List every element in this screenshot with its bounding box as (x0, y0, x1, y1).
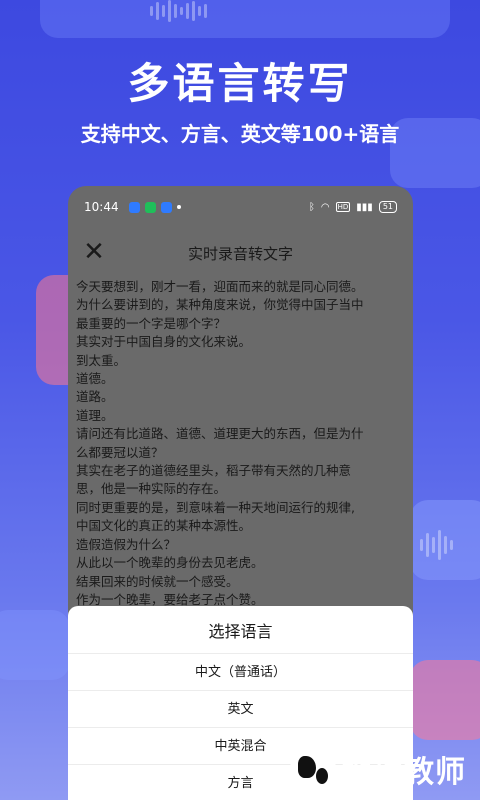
transcript-line: 结果回来的时候就一个感受。 (76, 573, 239, 589)
status-indicators: ᛒ ◠ HD ▮▮▮ 51 (309, 201, 397, 213)
transcript-line: 到太重。 (76, 352, 127, 368)
status-bar: 10:44 ᛒ ◠ HD ▮▮▮ 51 (68, 186, 413, 228)
transcript-line: 道理。 (76, 407, 114, 423)
transcript-line: 道德。 (76, 371, 114, 387)
transcript-line: 思，他是一种实际的存在。 (76, 481, 227, 497)
close-icon[interactable]: ✕ (80, 238, 108, 266)
app-header: ✕ 实时录音转文字 (68, 228, 413, 278)
transcript-line: 最重要的一个字是哪个字？ (76, 315, 227, 331)
transcript-line: 么都要冠以道？ (76, 444, 164, 460)
notification-icon (128, 201, 140, 213)
notification-icon (144, 201, 156, 213)
watermark-text: 地理教师 (342, 755, 466, 790)
transcript-line: 同时更重要的是，到意味着一种天地间运行的规律, (76, 499, 355, 515)
phone-mockup: 10:44 ᛒ ◠ HD ▮▮▮ 51 ✕ 实时录音转文字 今天要想到，刚才一看… (68, 186, 413, 800)
more-notifications-icon (176, 205, 181, 209)
bluetooth-icon: ᛒ (308, 201, 315, 213)
watermark: 地理教师 (290, 746, 466, 792)
app-title: 实时录音转文字 (187, 244, 293, 263)
transcript-text: 今天要想到，刚才一看，迎面而来的就是同心同德。 为什么要讲到的，某种角度来说，你… (76, 278, 408, 609)
status-time: 10:44 (84, 200, 119, 214)
transcript-line: 今天要想到，刚才一看，迎面而来的就是同心同德。 (76, 279, 364, 294)
transcript-line: 请问还有比道路、道德、道理更大的东西，但是为什 (76, 426, 364, 442)
globe-logo-icon (290, 746, 336, 792)
sheet-title: 选择语言 (68, 606, 413, 654)
signal-icon: ▮▮▮ (356, 201, 373, 213)
transcript-line: 道路。 (76, 389, 114, 405)
decor-bubble (410, 660, 480, 740)
decor-waveform-icon (150, 0, 207, 22)
decor-waveform-icon (420, 530, 453, 560)
language-option-mandarin[interactable]: 中文（普通话） (68, 654, 413, 691)
decor-bubble (40, 0, 450, 38)
transcript-line: 为什么要讲到的，某种角度来说，你觉得中国子当中 (76, 297, 364, 313)
transcript-line: 从此以一个晚辈的身份去见老虎。 (76, 555, 264, 571)
decor-bubble (0, 610, 70, 680)
transcript-line: 中国文化的真正的某种本源性。 (76, 518, 252, 534)
promo-headline: 多语言转写 (127, 59, 353, 108)
transcript-line: 造假造假为什么？ (76, 536, 177, 552)
notification-icon (160, 201, 172, 213)
transcript-line: 其实对于中国自身的文化来说。 (76, 334, 252, 350)
hd-icon: HD (335, 202, 351, 212)
battery-icon: 51 (378, 201, 397, 213)
promo-subheadline: 支持中文、方言、英文等100+语言 (80, 122, 400, 146)
transcript-line: 其实在老子的道德经里头，稻子带有天然的几种意 (76, 463, 352, 479)
wifi-icon: ◠ (320, 201, 330, 213)
language-option-english[interactable]: 英文 (68, 691, 413, 728)
